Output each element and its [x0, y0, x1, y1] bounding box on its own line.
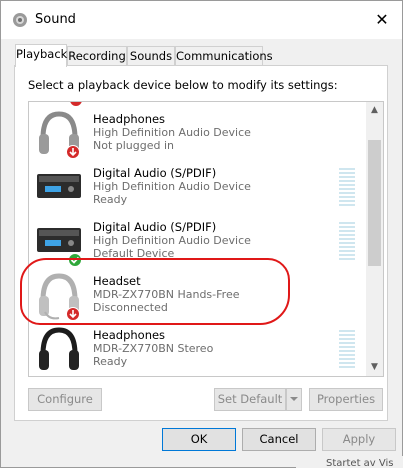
list-item[interactable]: Headset MDR-ZX770BN Hands-Free Disconnec…	[29, 270, 366, 324]
apply-button[interactable]: Apply	[322, 428, 396, 451]
ok-button[interactable]: OK	[162, 428, 236, 451]
device-status: Ready	[93, 355, 128, 368]
scroll-up-icon[interactable]: ▲	[366, 102, 383, 119]
tab-communications[interactable]: Communications	[175, 46, 273, 66]
list-item[interactable]: Headphones MDR-ZX770BN Stereo Ready	[29, 324, 366, 376]
device-status: Default Device	[93, 247, 175, 260]
device-name: Headphones	[93, 328, 166, 342]
device-description: High Definition Audio Device	[93, 126, 251, 139]
set-default-button[interactable]: Set Default	[214, 388, 286, 411]
spdif-device-icon	[37, 174, 81, 198]
headphones-icon	[39, 111, 80, 159]
instruction-text: Select a playback device below to modify…	[28, 78, 338, 92]
window-title: Sound	[35, 12, 76, 27]
volume-meter	[339, 222, 355, 262]
device-description: MDR-ZX770BN Stereo	[93, 342, 214, 355]
sound-dialog: Sound ✕ Playback Recording Sounds Commun…	[0, 0, 403, 468]
playback-panel: Select a playback device below to modify…	[14, 65, 388, 421]
volume-meter	[339, 168, 355, 208]
spdif-device-icon	[37, 228, 82, 267]
list-scrollbar[interactable]: ▲ ▼	[366, 102, 383, 376]
device-name: Digital Audio (S/PDIF)	[93, 220, 217, 234]
set-default-dropdown[interactable]	[286, 388, 302, 411]
device-description: High Definition Audio Device	[93, 180, 251, 193]
device-status: Not plugged in	[93, 139, 175, 152]
device-status: Disconnected	[93, 301, 168, 314]
close-button[interactable]: ✕	[370, 9, 394, 31]
cancel-button[interactable]: Cancel	[242, 428, 316, 451]
configure-button[interactable]: Configure	[28, 388, 102, 411]
list-item-partial	[29, 102, 366, 106]
device-description: High Definition Audio Device	[93, 234, 251, 247]
list-item[interactable]: Digital Audio (S/PDIF) High Definition A…	[29, 216, 366, 270]
device-list[interactable]: Headphones High Definition Audio Device …	[28, 101, 384, 377]
device-name: Digital Audio (S/PDIF)	[93, 166, 217, 180]
device-status: Ready	[93, 193, 128, 206]
scroll-thumb[interactable]	[368, 140, 381, 266]
headset-icon	[39, 273, 80, 321]
properties-button[interactable]: Properties	[309, 388, 383, 411]
device-description: MDR-ZX770BN Hands-Free	[93, 288, 240, 301]
title-bar[interactable]: Sound ✕	[1, 1, 402, 39]
tab-playback[interactable]: Playback	[15, 44, 67, 67]
speaker-icon	[13, 13, 27, 27]
device-name: Headphones	[93, 112, 166, 126]
list-item[interactable]: Digital Audio (S/PDIF) High Definition A…	[29, 162, 366, 216]
tab-recording[interactable]: Recording	[67, 46, 127, 66]
chevron-down-icon	[290, 397, 298, 401]
list-item[interactable]: Headphones High Definition Audio Device …	[29, 108, 366, 162]
volume-meter	[339, 330, 355, 370]
red-badge-icon	[70, 102, 82, 106]
scroll-down-icon[interactable]: ▼	[366, 359, 383, 376]
tab-sounds[interactable]: Sounds	[127, 46, 175, 66]
device-name: Headset	[93, 274, 141, 288]
background-text: Startet av Vis	[326, 458, 394, 469]
headphones-icon	[39, 327, 79, 370]
